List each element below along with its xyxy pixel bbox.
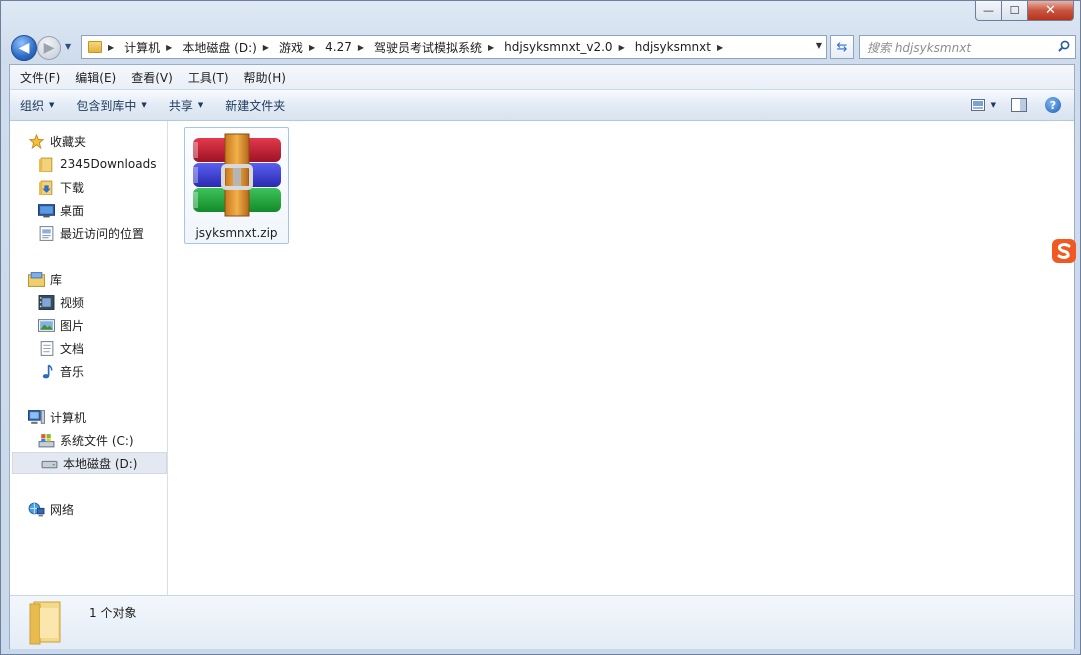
menu-edit[interactable]: 编辑(E): [75, 69, 116, 86]
chevron-down-icon: ▼: [49, 101, 55, 109]
new-folder-button[interactable]: 新建文件夹: [225, 97, 285, 114]
chevron-down-icon[interactable]: ▼: [991, 101, 996, 109]
download-folder-icon: [39, 180, 53, 195]
folder-icon: [29, 601, 61, 645]
nav-computer[interactable]: 计算机: [10, 406, 167, 428]
nav-item-drive-c[interactable]: 系统文件 (C:): [10, 429, 167, 451]
close-icon: ✕: [1045, 3, 1056, 18]
chevron-down-icon: ▼: [141, 101, 147, 109]
navigation-pane: 收藏夹 2345Downloads 下载 桌面 最近访问的位置 库 视频 图片 …: [10, 121, 168, 595]
preview-pane-icon: [1011, 98, 1027, 112]
breadcrumb-driving-sim[interactable]: 驾驶员考试模拟系统 ▶: [374, 39, 504, 56]
breadcrumb-4-27[interactable]: 4.27 ▶: [325, 40, 374, 54]
library-icon: [28, 271, 45, 287]
refresh-button[interactable]: ⇆: [830, 35, 854, 59]
item-count: 1 个对象: [89, 606, 137, 620]
file-item[interactable]: jsyksmnxt.zip: [184, 127, 289, 244]
breadcrumb-root-separator[interactable]: ▶: [108, 43, 124, 52]
breadcrumb-version-folder[interactable]: hdjsyksmnxt_v2.0 ▶: [504, 40, 635, 54]
nav-item-videos[interactable]: 视频: [10, 291, 167, 313]
arrow-left-icon: ◀: [18, 40, 30, 56]
navigation-bar: ◀ ▶ ▼ ▶ 计算机 ▶ 本地磁盘 (D:) ▶ 游戏 ▶ 4.27 ▶ 驾驶员考试模…: [9, 34, 1076, 61]
forward-button[interactable]: ▶: [37, 36, 61, 60]
preview-pane-button[interactable]: [1008, 95, 1030, 115]
organize-button[interactable]: 组织 ▼: [20, 97, 54, 114]
command-bar: 组织 ▼ 包含到库中 ▼ 共享 ▼ 新建文件夹 ▼ ?: [10, 90, 1074, 121]
breadcrumb-current-folder[interactable]: hdjsyksmnxt ▶: [635, 40, 733, 54]
nav-item-recent-places[interactable]: 最近访问的位置: [10, 222, 167, 244]
caption-buttons: — ☐ ✕: [975, 1, 1074, 21]
search-icon: [1058, 40, 1070, 52]
close-button[interactable]: ✕: [1028, 1, 1074, 21]
maximize-button[interactable]: ☐: [1002, 1, 1028, 21]
nav-item-drive-d[interactable]: 本地磁盘 (D:): [12, 452, 167, 474]
nav-item-desktop[interactable]: 桌面: [10, 199, 167, 221]
sogou-ime-icon[interactable]: [1050, 237, 1078, 265]
music-note-icon: [42, 364, 53, 378]
nav-item-downloads[interactable]: 下载: [10, 176, 167, 198]
menu-file[interactable]: 文件(F): [20, 69, 60, 86]
search-input[interactable]: 搜索 hdjsyksmnxt: [859, 35, 1076, 59]
menu-tools[interactable]: 工具(T): [188, 69, 229, 86]
back-button[interactable]: ◀: [11, 35, 37, 61]
menu-view[interactable]: 查看(V): [131, 69, 173, 86]
minimize-icon: —: [983, 4, 994, 17]
arrow-right-icon: ▶: [43, 40, 55, 56]
maximize-icon: ☐: [1009, 4, 1020, 17]
details-pane: 1 个对象: [10, 595, 1074, 649]
system-drive-icon: [38, 433, 55, 447]
menu-bar: 文件(F) 编辑(E) 查看(V) 工具(T) 帮助(H): [10, 65, 1074, 90]
file-name: jsyksmnxt.zip: [195, 226, 278, 240]
refresh-icon: ⇆: [836, 39, 848, 55]
breadcrumb-computer[interactable]: 计算机 ▶: [124, 39, 182, 56]
document-icon: [40, 340, 54, 356]
nav-network[interactable]: 网络: [10, 498, 167, 520]
file-list: jsyksmnxt.zip: [168, 121, 1074, 595]
folder-icon: [88, 41, 102, 53]
recent-places-icon: [39, 225, 54, 241]
nav-item-2345downloads[interactable]: 2345Downloads: [10, 153, 167, 175]
help-button[interactable]: ?: [1042, 95, 1064, 115]
winrar-archive-icon: [193, 133, 281, 217]
change-view-button[interactable]: [967, 95, 989, 115]
help-icon: ?: [1045, 97, 1061, 113]
nav-libraries[interactable]: 库: [10, 268, 167, 290]
view-options-icon: [970, 99, 985, 111]
share-button[interactable]: 共享 ▼: [169, 97, 203, 114]
include-in-library-button[interactable]: 包含到库中 ▼: [76, 97, 146, 114]
chevron-down-icon: ▼: [197, 101, 204, 109]
address-bar[interactable]: ▶ 计算机 ▶ 本地磁盘 (D:) ▶ 游戏 ▶ 4.27 ▶ 驾驶员考试模拟系统 ▶ h…: [81, 35, 827, 59]
view-controls: ▼ ?: [955, 95, 1064, 115]
address-dropdown-icon[interactable]: ▼: [816, 41, 822, 50]
nav-item-documents[interactable]: 文档: [10, 337, 167, 359]
minimize-button[interactable]: —: [975, 1, 1002, 21]
video-icon: [38, 294, 55, 310]
breadcrumb-drive-d[interactable]: 本地磁盘 (D:) ▶: [182, 39, 279, 56]
nav-item-pictures[interactable]: 图片: [10, 314, 167, 336]
network-icon: [28, 502, 45, 516]
pictures-icon: [38, 318, 55, 332]
star-icon: [28, 133, 45, 149]
explorer-body: 文件(F) 编辑(E) 查看(V) 工具(T) 帮助(H) 组织 ▼ 包含到库中 ▼…: [9, 64, 1075, 649]
desktop-icon: [38, 203, 55, 217]
computer-icon: [28, 409, 45, 424]
explorer-window: — ☐ ✕ ◀ ▶ ▼ ▶ 计算机 ▶ 本地磁盘 (D:) ▶ 游戏 ▶ 4.27 ▶ …: [0, 0, 1081, 655]
nav-favorites[interactable]: 收藏夹: [10, 130, 167, 152]
recent-pages-dropdown[interactable]: ▼: [65, 42, 71, 51]
breadcrumb-games[interactable]: 游戏 ▶: [279, 39, 325, 56]
menu-help[interactable]: 帮助(H): [244, 69, 286, 86]
nav-item-music[interactable]: 音乐: [10, 360, 167, 382]
hard-drive-icon: [41, 460, 58, 468]
folder-icon: [39, 157, 53, 172]
